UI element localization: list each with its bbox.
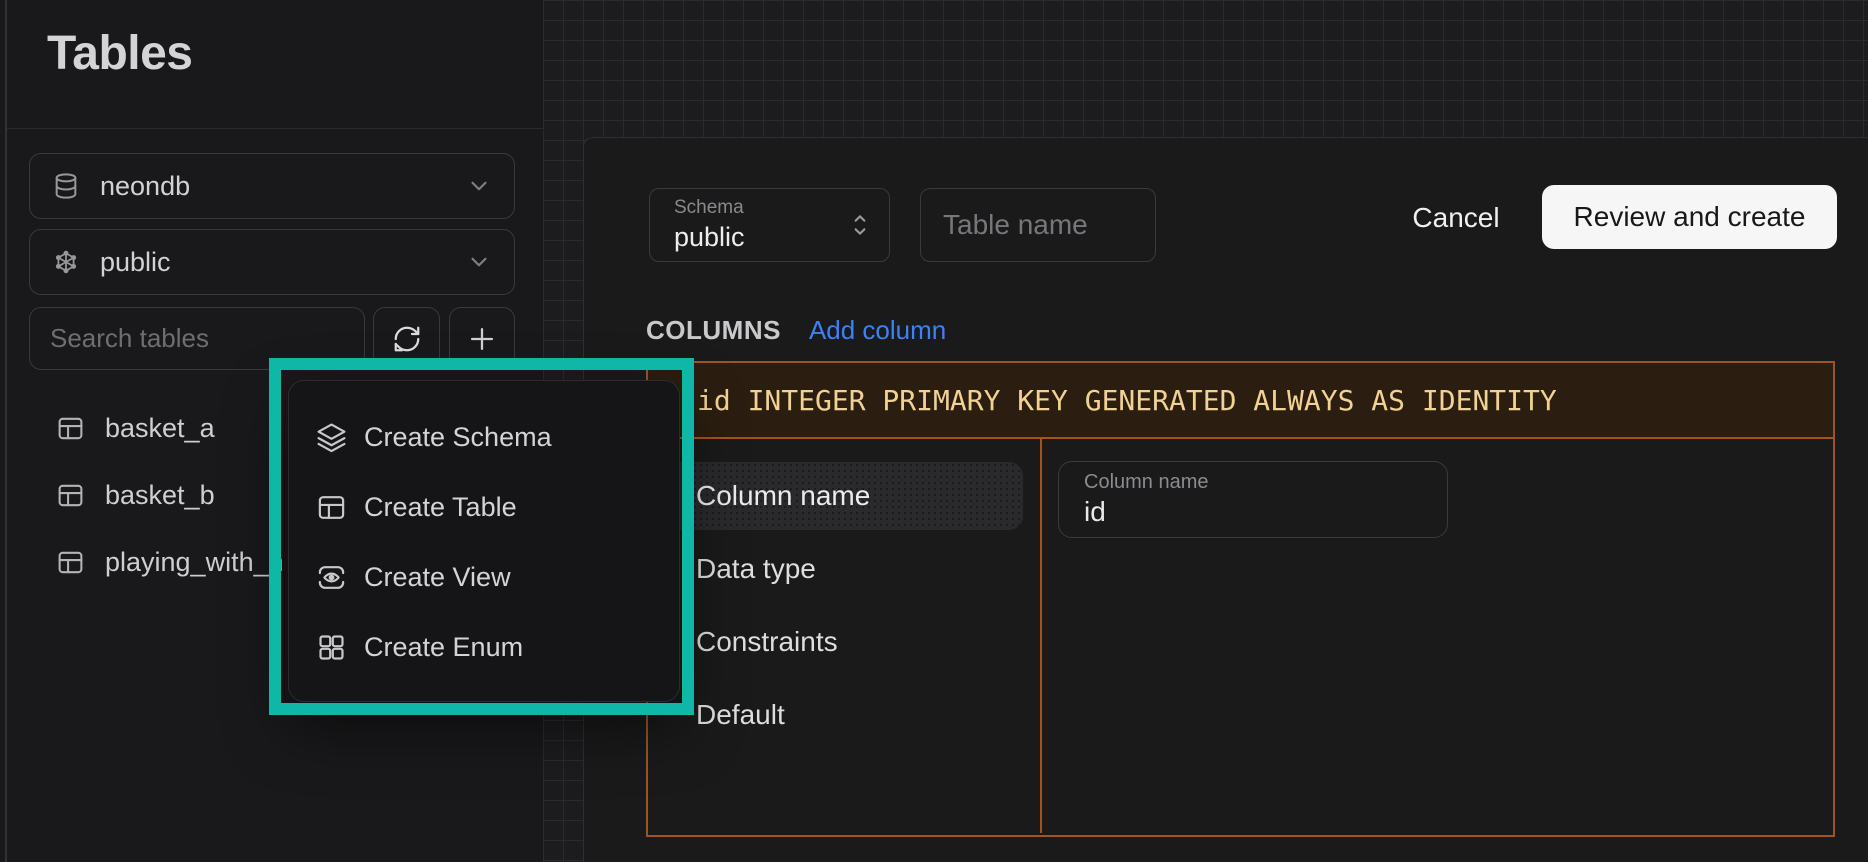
cancel-button[interactable]: Cancel [1398,192,1514,244]
table-icon [56,481,85,510]
column-editor-container: id INTEGER PRIMARY KEY GENERATED ALWAYS … [646,361,1835,837]
columns-section-header: COLUMNS Add column [646,314,946,346]
menu-item-label: Create Schema [364,422,552,453]
sidebar-divider [7,128,543,129]
schema-select-value: public [100,247,171,278]
menu-item-create-enum[interactable]: Create Enum [289,612,679,682]
database-select[interactable]: neondb [29,153,515,219]
add-table-button[interactable] [449,307,515,370]
sidebar-left-rail [5,0,7,862]
ddl-preview-line: id INTEGER PRIMARY KEY GENERATED ALWAYS … [648,363,1833,439]
table-name: basket_a [105,413,215,444]
database-select-value: neondb [100,171,190,202]
menu-item-label: Create Table [364,492,517,523]
column-editor-nav: Column name Data type Constraints Defaul… [648,439,1042,833]
columns-heading: COLUMNS [646,315,781,346]
refresh-icon [392,324,422,354]
view-eye-icon [316,562,347,593]
chevron-down-icon [466,173,492,199]
menu-item-label: Create View [364,562,511,593]
column-name-field[interactable]: Column name [1058,461,1448,538]
table-name: basket_b [105,480,215,511]
table-list-item[interactable]: basket_a [56,406,215,450]
create-context-menu: Create Schema Create Table Create View [288,380,680,702]
menu-item-create-table[interactable]: Create Table [289,472,679,542]
table-editor-app: Tables neondb [0,0,1868,862]
database-icon [52,172,80,200]
nav-item-default[interactable]: Default [668,681,1023,749]
refresh-button[interactable] [373,307,440,370]
table-list-item[interactable]: basket_b [56,473,215,517]
table-icon [316,492,347,523]
menu-item-create-schema[interactable]: Create Schema [289,402,679,472]
column-name-input[interactable] [1084,496,1414,528]
review-and-create-button[interactable]: Review and create [1542,185,1837,249]
menu-item-label: Create Enum [364,632,523,663]
plus-icon [465,322,499,356]
column-name-field-label: Column name [1084,471,1447,494]
schema-select-sidebar[interactable]: public [29,229,515,295]
chevrons-up-down-icon [847,209,873,241]
grid-icon [316,632,347,663]
chevron-down-icon [466,249,492,275]
table-icon [56,414,85,443]
add-column-link[interactable]: Add column [809,315,946,346]
column-editor-pane: Column name [1042,439,1833,833]
nav-item-constraints[interactable]: Constraints [668,608,1023,676]
nav-item-column-name[interactable]: Column name [668,462,1023,530]
column-editor-body: Column name Data type Constraints Defaul… [648,439,1833,833]
table-name-input[interactable] [920,188,1156,262]
table-name: playing_with_n [105,547,284,578]
schema-select-header[interactable]: Schema public [649,188,890,262]
table-list-item[interactable]: playing_with_n [56,540,284,584]
schema-graph-icon [52,248,80,276]
menu-item-create-view[interactable]: Create View [289,542,679,612]
layers-icon [316,422,347,453]
nav-item-data-type[interactable]: Data type [668,535,1023,603]
sidebar-title: Tables [47,26,193,81]
search-tables-input[interactable] [29,307,365,370]
table-icon [56,548,85,577]
